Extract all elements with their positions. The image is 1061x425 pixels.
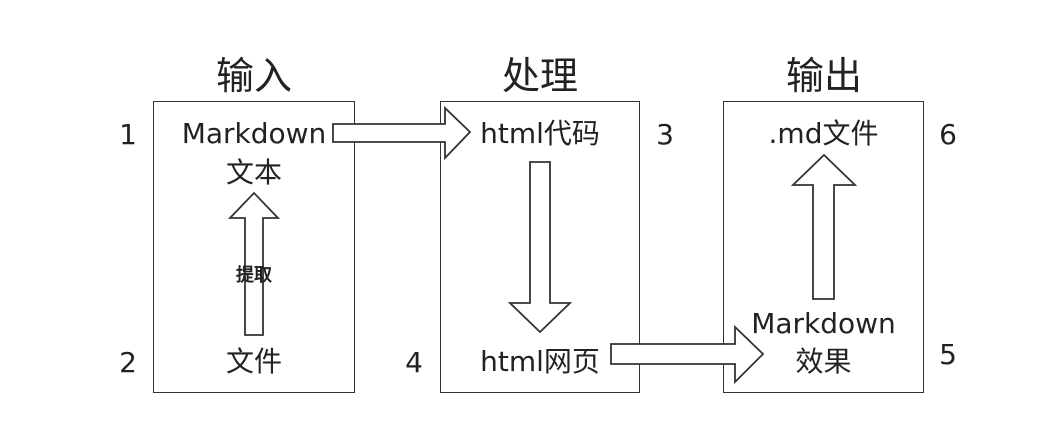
step-number-1: 1 (119, 118, 137, 151)
to-md-file-arrow (790, 153, 858, 300)
node-markdown-text-line2: 文本 (225, 156, 282, 189)
node-html-code: html代码 (480, 117, 600, 150)
step-number-2: 2 (119, 346, 137, 379)
extract-label: 提取 (236, 265, 272, 286)
step-number-5: 5 (939, 338, 957, 371)
node-md-file: .md文件 (768, 117, 879, 150)
node-markdown-effect-line1: Markdown (751, 307, 896, 340)
step-number-4: 4 (405, 346, 423, 379)
to-html-page-arrow (507, 161, 573, 334)
node-html-page: html网页 (480, 345, 600, 378)
node-file: 文件 (225, 345, 282, 378)
step-number-3: 3 (656, 118, 674, 151)
node-markdown-effect-line2: 效果 (795, 345, 852, 378)
node-markdown-text-line1: Markdown (181, 117, 327, 150)
step-number-6: 6 (939, 118, 957, 151)
